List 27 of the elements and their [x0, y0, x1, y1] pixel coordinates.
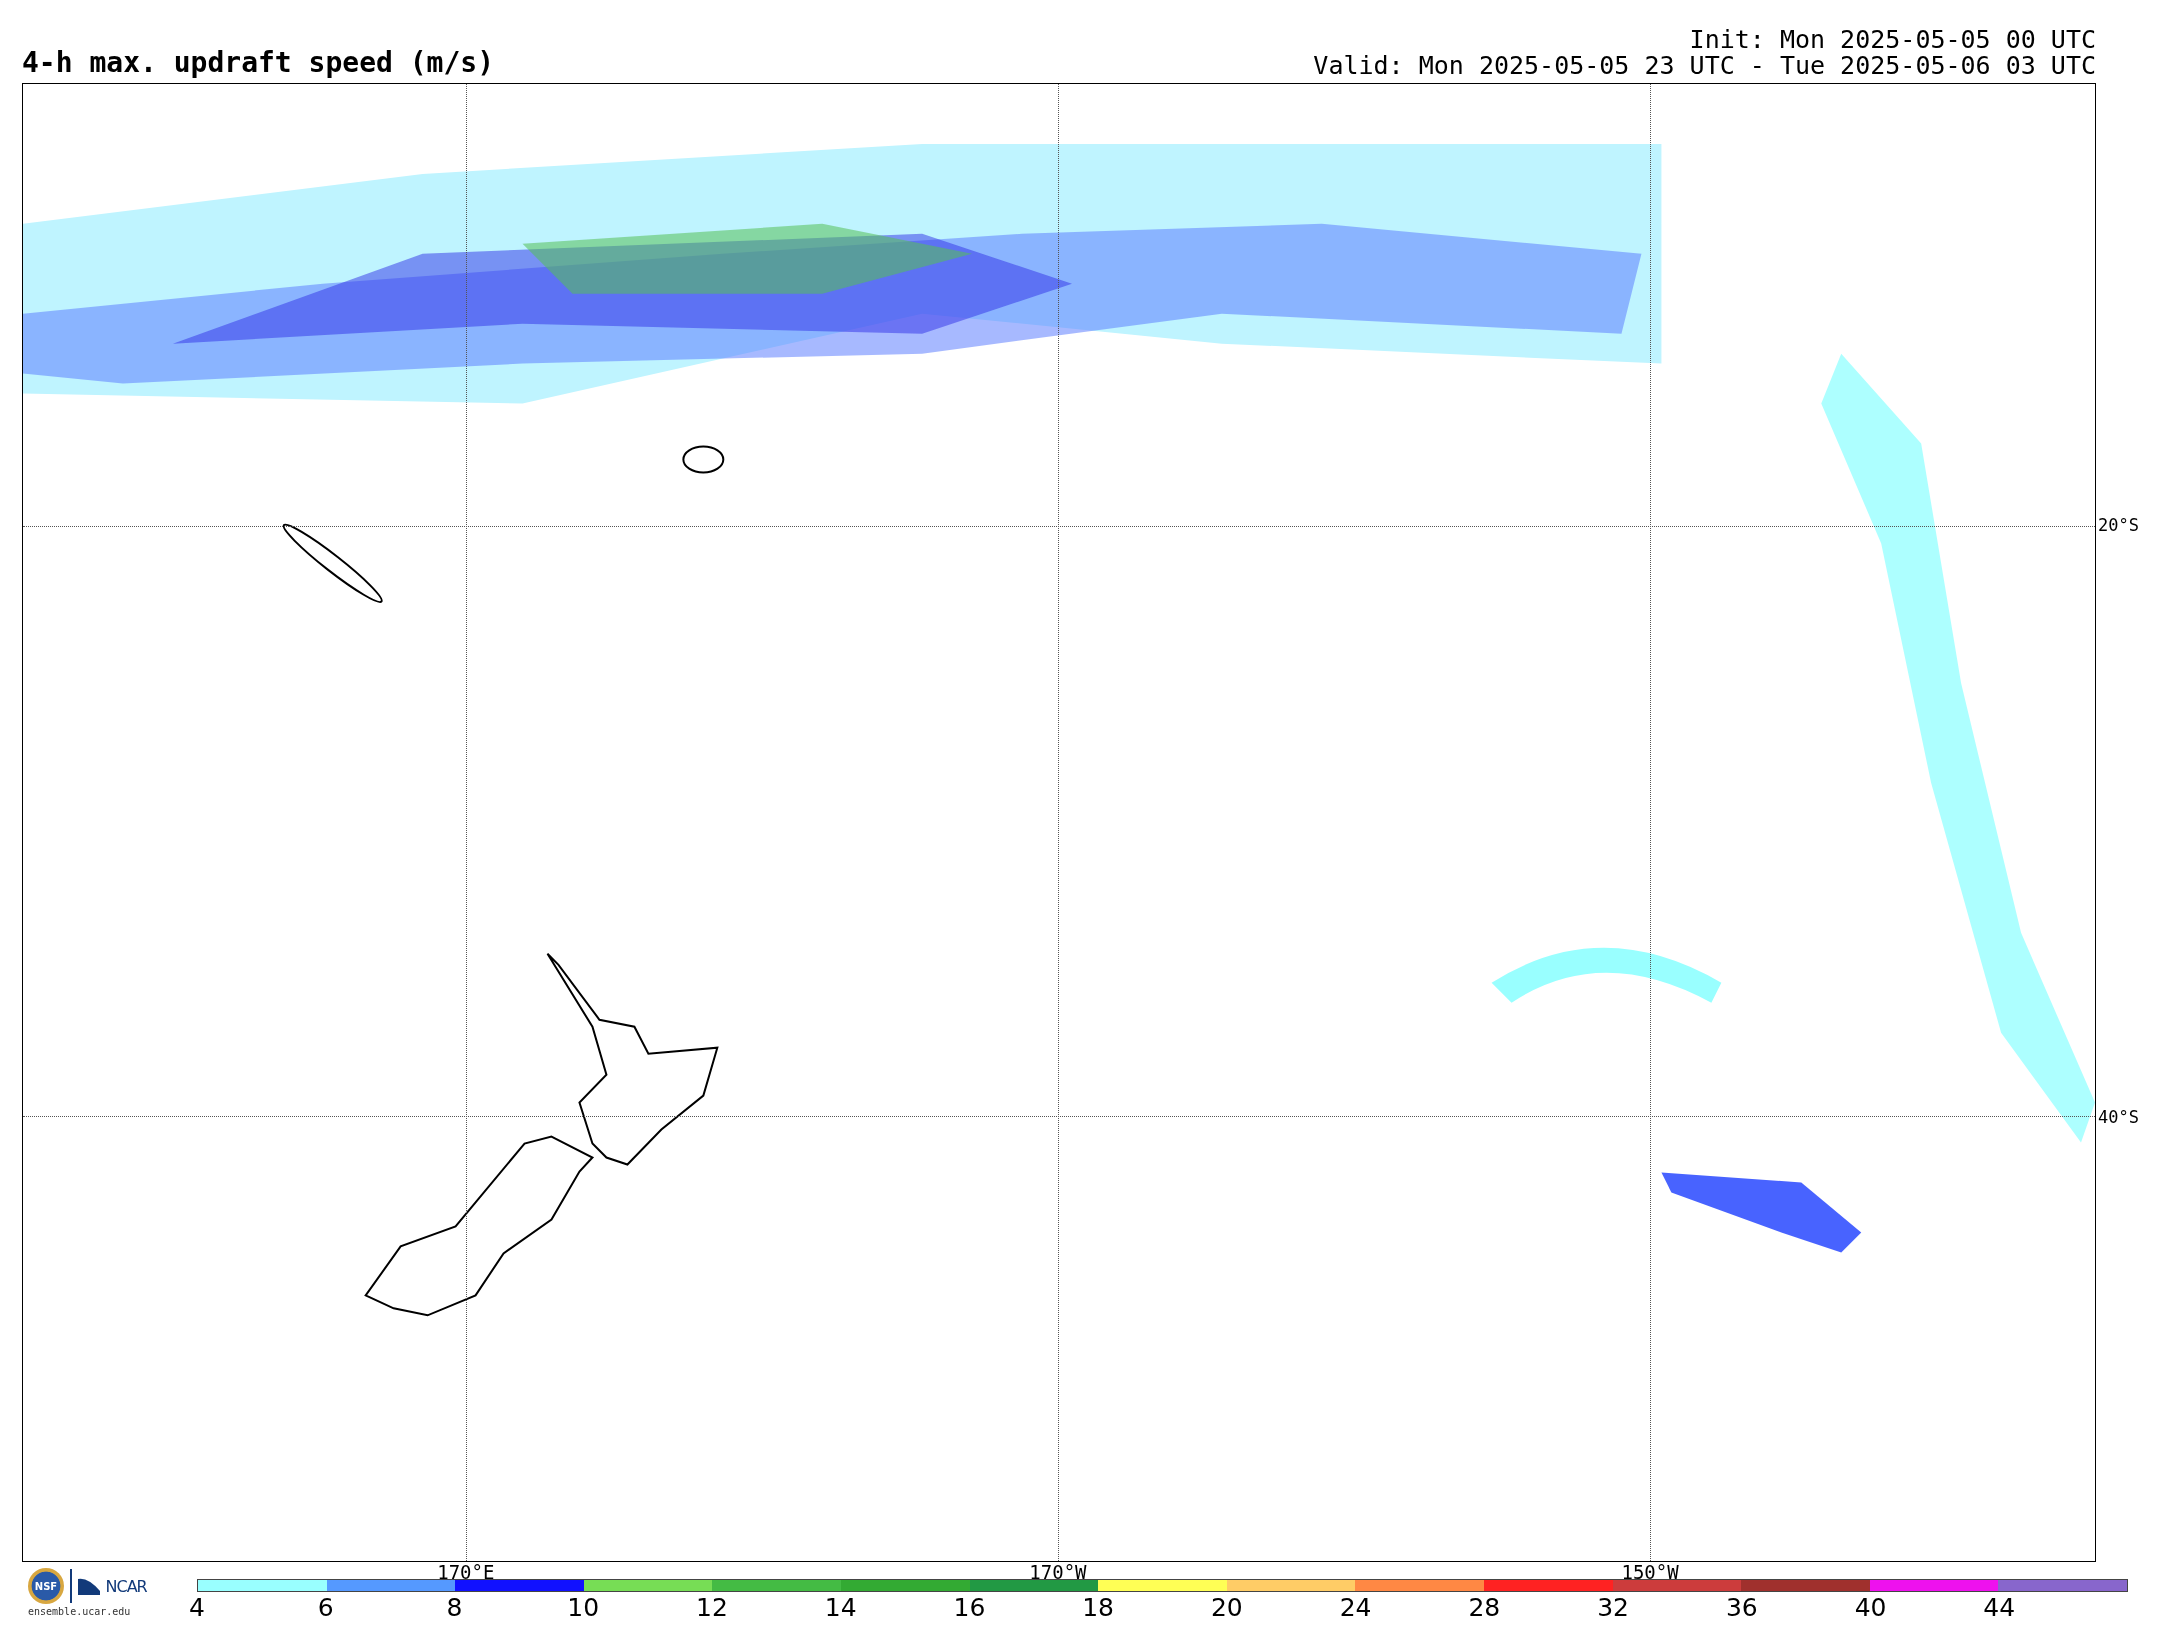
scale-tick-label: 16 — [953, 1593, 986, 1623]
longitude-label: 150°W — [1621, 1563, 1679, 1581]
scale-tick-label: 14 — [824, 1593, 857, 1623]
scale-tick-label: 18 — [1082, 1593, 1115, 1623]
init-time: Init: Mon 2025-05-05 00 UTC — [1689, 27, 2096, 53]
scale-tick-label: 24 — [1339, 1593, 1372, 1623]
scale-tick-label: 20 — [1210, 1593, 1243, 1623]
scale-tick-label: 28 — [1468, 1593, 1501, 1623]
latitude-label: 40°S — [2098, 1106, 2139, 1127]
scale-tick-label: 44 — [1983, 1593, 2016, 1623]
scale-tick-label: 40 — [1854, 1593, 1887, 1623]
scale-tick-label: 6 — [317, 1593, 334, 1623]
latitude-label: 20°S — [2098, 515, 2139, 536]
site-url: ensemble.ucar.edu — [28, 1606, 132, 1617]
ncar-logo-icon — [77, 1577, 100, 1595]
scale-tick-label: 36 — [1725, 1593, 1758, 1623]
scale-tick-label: 12 — [696, 1593, 728, 1623]
scale-tick-label: 4 — [189, 1593, 205, 1623]
longitude-label: 170°W — [1029, 1563, 1087, 1581]
scale-tick-label: 10 — [567, 1593, 600, 1623]
map-title: 4-h max. updraft speed (m/s) — [22, 47, 494, 79]
scale-tick-label: 32 — [1597, 1593, 1629, 1623]
ncar-logo: NCAR — [105, 1576, 147, 1596]
seal-logo: NSF — [28, 1568, 64, 1604]
longitude-label: 170°E — [437, 1563, 495, 1581]
valid-time: Valid: Mon 2025-05-05 23 UTC - Tue 2025-05-06 03 UTC — [1313, 53, 2096, 79]
scale-tick-label: 8 — [446, 1593, 463, 1623]
